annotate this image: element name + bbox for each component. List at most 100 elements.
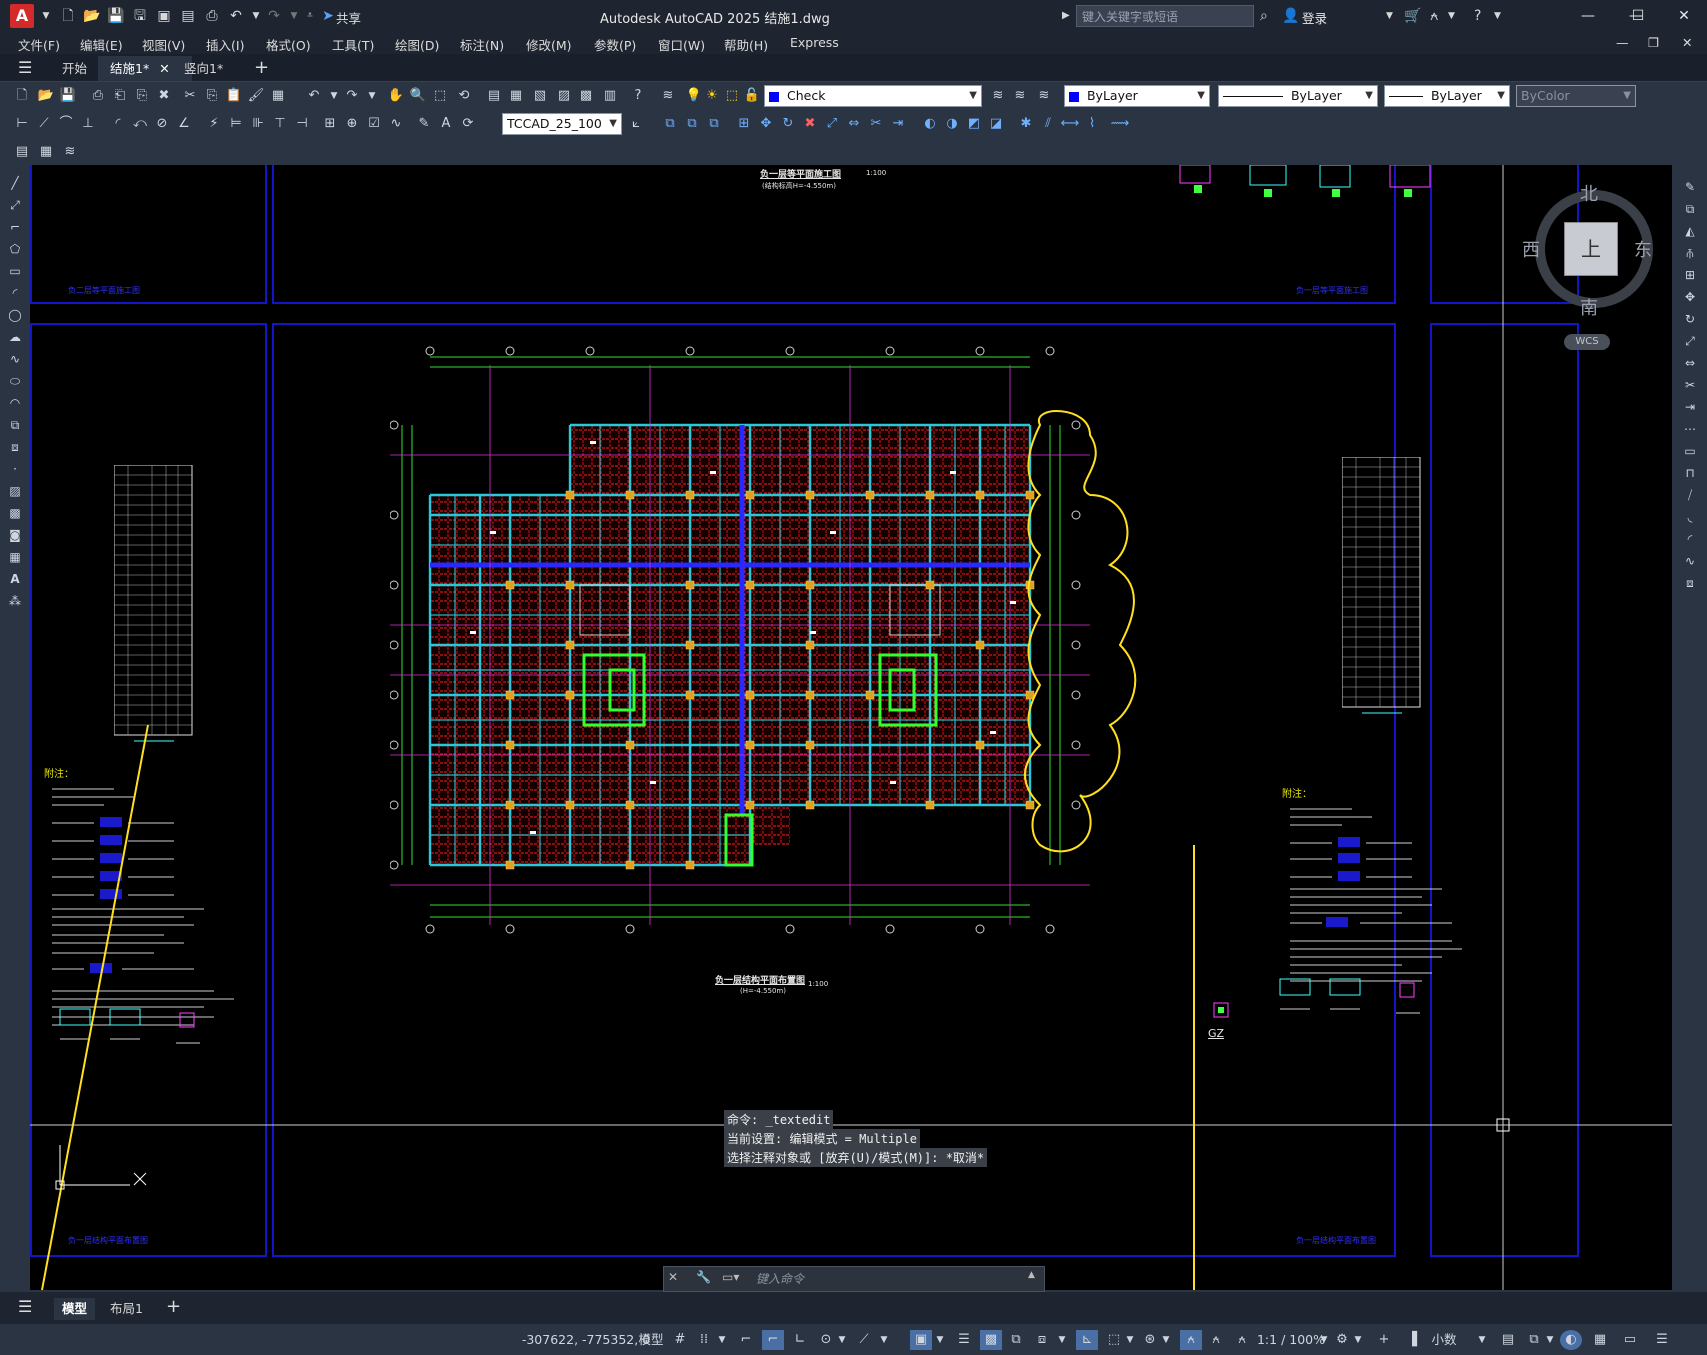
lineweight-toggle-icon[interactable]: ☰ <box>954 1330 974 1350</box>
calculator-icon[interactable]: ▥ <box>600 86 620 106</box>
lock-ui-dropdown-icon[interactable]: ▼ <box>1544 1330 1556 1350</box>
menu-dimension[interactable]: 标注(N) <box>460 35 504 54</box>
auto-scale-icon[interactable]: ⍲ <box>1206 1330 1226 1350</box>
annotation-monitor-plus-icon[interactable]: + <box>1374 1330 1394 1350</box>
extend-right-icon[interactable]: ⇥ <box>1680 397 1700 417</box>
dynamic-input-icon[interactable]: ⌐ <box>762 1330 784 1350</box>
ellipse-icon[interactable]: ⬭ <box>5 371 25 391</box>
new-file-icon[interactable]: 🗋 <box>58 6 78 26</box>
dimstyle-dropdown[interactable]: TCCAD_25_100 ▼ <box>502 113 622 135</box>
selection-filter-icon[interactable]: ⬚ <box>1104 1330 1124 1350</box>
revision-cloud-icon[interactable]: ☁ <box>5 327 25 347</box>
polygon-icon[interactable]: ⬠ <box>5 239 25 259</box>
drawing-canvas[interactable]: 负一层等平面施工图 1:100 (结构标高H=-4.550m) 负二层等平面施工… <box>30 165 1672 1290</box>
stretch-right-icon[interactable]: ⇔ <box>1680 353 1700 373</box>
gizmo-icon[interactable]: ⊛ <box>1140 1330 1160 1350</box>
aligned-dimension-icon[interactable]: ⟋ <box>34 114 54 134</box>
design-center-icon[interactable]: ▦ <box>506 86 526 106</box>
match-properties-icon[interactable]: 🖌 <box>246 86 266 106</box>
text-style-icon[interactable]: ▤ <box>12 142 32 162</box>
undo-dropdown-icon[interactable]: ▼ <box>246 6 266 26</box>
search-expand-icon[interactable]: ▶ <box>1062 6 1070 26</box>
polar-dropdown-icon[interactable]: ▼ <box>836 1330 848 1350</box>
hatch-icon[interactable]: ▨ <box>5 481 25 501</box>
diameter-dimension-icon[interactable]: ⊘ <box>152 114 172 134</box>
chamfer-right-icon[interactable]: ⧸ <box>1680 485 1700 505</box>
copy-object-icon[interactable]: ⧉ <box>660 114 680 134</box>
baseline-dimension-icon[interactable]: ⊨ <box>226 114 246 134</box>
recent-commands-icon[interactable]: ▭▾ <box>722 1270 739 1284</box>
dimension-space-icon[interactable]: ⊤ <box>270 114 290 134</box>
customize-qat-icon[interactable]: ⩡ <box>300 6 320 26</box>
join-icon[interactable]: ◑ <box>942 114 962 134</box>
ortho-icon[interactable]: ∟ <box>790 1330 810 1350</box>
join-right-icon[interactable]: ⊓ <box>1680 463 1700 483</box>
insert-block-icon[interactable]: ⧉ <box>5 415 25 435</box>
hamburger-menu-icon[interactable]: ☰ <box>18 58 32 77</box>
erase-icon[interactable]: ✖ <box>154 86 174 106</box>
radius-dimension-icon[interactable]: ◜ <box>108 114 128 134</box>
layer-dropdown[interactable]: Check ▼ <box>764 85 982 107</box>
rectangle-icon[interactable]: ▭ <box>5 261 25 281</box>
region-icon[interactable]: ◙ <box>5 525 25 545</box>
doc-close-button[interactable]: ✕ <box>1682 35 1692 50</box>
scale-icon[interactable]: ⤢ <box>822 114 842 134</box>
workspace-dropdown-icon[interactable]: ▼ <box>1352 1330 1364 1350</box>
login-dropdown-icon[interactable]: ▼ <box>1386 6 1393 26</box>
hardware-acceleration-icon[interactable]: ▦ <box>1590 1330 1610 1350</box>
a360-dropdown-icon[interactable]: ▼ <box>1448 6 1455 26</box>
scale-dropdown-icon[interactable]: ▼ <box>1318 1330 1330 1350</box>
continue-dimension-icon[interactable]: ⊪ <box>248 114 268 134</box>
help-dropdown-icon[interactable]: ▼ <box>1494 6 1501 26</box>
circle-icon[interactable]: ◯ <box>5 305 25 325</box>
open-icon[interactable]: 📂 <box>36 86 56 106</box>
arc-length-icon[interactable]: ⌒ <box>56 114 76 134</box>
save-toolbar-icon[interactable]: 💾 <box>58 86 78 106</box>
offset-icon[interactable]: ⧉ <box>704 114 724 134</box>
autocad-app-icon[interactable]: A <box>10 4 34 28</box>
window-minimize-button[interactable]: — <box>1568 4 1608 28</box>
layer-states-icon[interactable]: ≋ <box>1034 86 1054 106</box>
customize-command-line-icon[interactable]: 🔧 <box>696 1270 711 1284</box>
offset-right-icon[interactable]: ⫚ <box>1680 243 1700 263</box>
pan-icon[interactable]: ✋ <box>386 86 406 106</box>
dimension-break-icon[interactable]: ⊣ <box>292 114 312 134</box>
help-toolbar-icon[interactable]: ? <box>628 86 648 106</box>
sheet-set-icon[interactable]: ▨ <box>554 86 574 106</box>
plot-icon[interactable]: ⎙ <box>202 6 222 26</box>
add-layout-plus-icon[interactable]: + <box>166 1296 181 1317</box>
layer-on-lightbulb-icon[interactable]: 💡 <box>684 86 704 106</box>
polar-tracking-icon[interactable]: ⊙ <box>816 1330 836 1350</box>
table-icon[interactable]: ▦ <box>5 547 25 567</box>
tab-model[interactable]: 模型 <box>54 1298 96 1320</box>
array-icon[interactable]: ⊞ <box>734 114 754 134</box>
close-command-line-icon[interactable]: ✕ <box>668 1270 678 1284</box>
layer-unlock-icon[interactable]: 🔓 <box>742 86 762 106</box>
explode-right-icon[interactable]: ∿ <box>1680 551 1700 571</box>
isodraft-icon[interactable]: ⟋ <box>854 1330 874 1350</box>
markup-icon[interactable]: ▩ <box>576 86 596 106</box>
align-icon[interactable]: ⫽ <box>1038 114 1058 134</box>
table-style-icon[interactable]: ▦ <box>36 142 56 162</box>
menu-tools[interactable]: 工具(T) <box>332 35 374 54</box>
tab-layout1[interactable]: 布局1 <box>102 1298 151 1320</box>
move-icon[interactable]: ✥ <box>756 114 776 134</box>
dimension-text-edit-icon[interactable]: A <box>436 114 456 134</box>
transparency-icon[interactable]: ▩ <box>980 1330 1002 1350</box>
selection-cycling-icon[interactable]: ⧉ <box>1006 1330 1026 1350</box>
mirror-icon[interactable]: ⧉ <box>682 114 702 134</box>
move-right-icon[interactable]: ✥ <box>1680 287 1700 307</box>
jogged-linear-icon[interactable]: ∿ <box>386 114 406 134</box>
plot-toolbar-icon[interactable]: ⎙ <box>88 86 108 106</box>
quick-dimension-icon[interactable]: ⚡ <box>204 114 224 134</box>
tab-doc-shuxiang1[interactable]: 竖向1* <box>172 56 235 81</box>
stretch-icon[interactable]: ⇔ <box>844 114 864 134</box>
trim-icon[interactable]: ✂ <box>866 114 886 134</box>
menu-help[interactable]: 帮助(H) <box>724 35 768 54</box>
block-editor-icon[interactable]: ▦ <box>268 86 288 106</box>
open-file-icon[interactable]: 📂 <box>82 6 102 26</box>
menu-window[interactable]: 窗口(W) <box>658 35 705 54</box>
menu-file[interactable]: 文件(F) <box>18 35 60 54</box>
redo-toolbar-icon[interactable]: ↷ <box>342 86 362 106</box>
menu-modify[interactable]: 修改(M) <box>526 35 572 54</box>
